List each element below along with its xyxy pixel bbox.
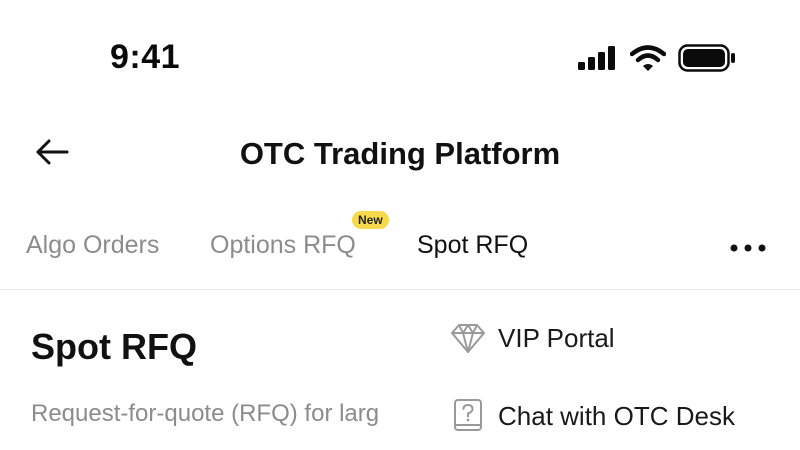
status-icons [578,44,736,77]
status-time: 9:41 [110,38,181,76]
battery-icon [678,44,736,77]
menu-item-vip-portal[interactable]: VIP Portal [450,322,615,354]
more-button[interactable] [728,233,768,263]
section-description: Request-for-quote (RFQ) for larg [31,400,380,427]
section-title: Spot RFQ [31,326,197,367]
tab-algo-orders[interactable]: Algo Orders [26,231,159,260]
status-bar: 9:41 [0,0,800,110]
menu-label-vip-portal: VIP Portal [498,322,615,353]
screen: 9:41 OTC Trading Platform Algo Orders Op… [0,0,800,450]
page-title: OTC Trading Platform [239,136,561,171]
diamond-icon [450,322,486,354]
tab-spot-rfq[interactable]: Spot RFQ [417,231,528,260]
tab-bar: Algo Orders Options RFQ New Spot RFQ [0,205,800,290]
tab-options-rfq[interactable]: Options RFQ [210,231,356,260]
more-menu: VIP Portal Chat with OTC Desk [430,290,768,450]
help-book-icon [450,398,486,434]
menu-item-chat-otc-desk[interactable]: Chat with OTC Desk [450,398,735,434]
header: OTC Trading Platform [0,120,800,190]
new-badge: New [352,211,389,229]
menu-label-chat-otc-desk: Chat with OTC Desk [498,400,735,431]
more-horizontal-icon [730,239,766,257]
wifi-icon [629,45,667,76]
signal-icon [578,46,618,75]
